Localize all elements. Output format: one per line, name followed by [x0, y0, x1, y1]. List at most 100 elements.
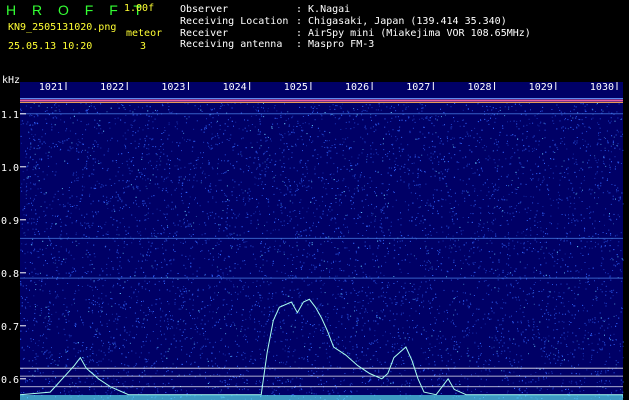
- noise-speck: [397, 388, 399, 390]
- noise-speck: [600, 185, 602, 187]
- noise-speck: [163, 333, 165, 335]
- noise-speck: [273, 176, 275, 178]
- noise-speck: [563, 137, 565, 139]
- noise-speck: [488, 211, 490, 213]
- noise-speck: [36, 221, 38, 222]
- noise-speck: [285, 381, 287, 383]
- noise-speck: [352, 281, 354, 283]
- noise-speck: [380, 109, 382, 111]
- noise-speck: [339, 200, 340, 202]
- noise-speck: [349, 353, 351, 355]
- noise-speck: [249, 190, 251, 192]
- noise-speck: [188, 211, 190, 213]
- noise-speck: [293, 167, 295, 169]
- noise-speck: [68, 320, 70, 322]
- noise-speck: [210, 296, 211, 298]
- noise-speck: [546, 389, 548, 390]
- noise-speck: [355, 331, 357, 333]
- noise-speck: [181, 150, 182, 152]
- noise-speck: [293, 351, 295, 352]
- noise-speck: [518, 361, 520, 363]
- noise-speck: [603, 162, 604, 164]
- noise-speck: [589, 247, 591, 249]
- noise-speck: [90, 105, 92, 107]
- noise-speck: [320, 287, 322, 289]
- noise-speck: [222, 353, 224, 355]
- noise-speck: [529, 177, 531, 179]
- noise-speck: [506, 263, 508, 265]
- noise-speck: [490, 114, 492, 116]
- noise-speck: [440, 337, 442, 339]
- noise-speck: [105, 295, 107, 297]
- plot-background: [20, 82, 623, 400]
- noise-speck: [84, 272, 86, 273]
- noise-speck: [240, 153, 242, 155]
- noise-speck: [351, 383, 353, 385]
- noise-speck: [31, 271, 33, 273]
- noise-speck: [332, 104, 334, 106]
- noise-speck: [166, 326, 167, 328]
- noise-speck: [155, 235, 157, 237]
- noise-speck: [314, 331, 315, 333]
- noise-speck: [564, 213, 566, 215]
- noise-speck: [255, 301, 257, 303]
- noise-speck: [156, 110, 158, 112]
- noise-speck: [596, 299, 598, 301]
- noise-speck: [37, 145, 39, 147]
- noise-speck: [429, 349, 431, 351]
- noise-speck: [194, 388, 196, 390]
- noise-speck: [249, 297, 251, 299]
- noise-speck: [597, 142, 599, 144]
- noise-speck: [257, 103, 259, 105]
- noise-speck: [534, 220, 536, 222]
- noise-speck: [85, 253, 87, 255]
- noise-speck: [244, 260, 246, 262]
- noise-speck: [191, 371, 193, 373]
- noise-speck: [118, 372, 120, 374]
- noise-speck: [543, 235, 545, 237]
- noise-speck: [432, 168, 434, 170]
- noise-speck: [266, 248, 268, 250]
- noise-speck: [199, 373, 201, 375]
- noise-speck: [280, 207, 282, 208]
- noise-speck: [380, 240, 382, 242]
- noise-speck: [128, 226, 130, 228]
- noise-speck: [507, 272, 509, 274]
- noise-speck: [186, 276, 188, 278]
- noise-speck: [421, 117, 423, 119]
- noise-speck: [348, 354, 350, 356]
- noise-speck: [322, 186, 324, 188]
- noise-speck: [416, 326, 417, 328]
- noise-speck: [600, 143, 602, 145]
- noise-speck: [530, 227, 531, 229]
- noise-speck: [245, 158, 247, 159]
- noise-speck: [617, 143, 619, 145]
- noise-speck: [20, 110, 22, 111]
- noise-speck: [259, 147, 261, 149]
- noise-speck: [581, 384, 583, 385]
- noise-speck: [526, 264, 528, 266]
- noise-speck: [255, 338, 257, 340]
- noise-speck: [591, 359, 593, 360]
- noise-speck: [467, 108, 469, 110]
- noise-speck: [418, 288, 420, 290]
- noise-speck: [597, 287, 598, 289]
- noise-speck: [466, 299, 468, 301]
- noise-speck: [441, 256, 443, 258]
- noise-speck: [597, 372, 599, 374]
- noise-speck: [468, 365, 470, 367]
- noise-speck: [354, 306, 356, 308]
- noise-speck: [291, 259, 293, 261]
- noise-speck: [275, 174, 277, 176]
- noise-speck: [461, 120, 463, 121]
- noise-speck: [535, 372, 537, 373]
- noise-speck: [617, 245, 619, 247]
- noise-speck: [145, 185, 147, 187]
- noise-speck: [299, 210, 301, 212]
- noise-speck: [231, 355, 233, 357]
- noise-speck: [474, 262, 476, 263]
- noise-speck: [473, 205, 475, 207]
- noise-speck: [245, 336, 247, 338]
- noise-speck: [377, 154, 379, 156]
- noise-speck: [248, 200, 250, 202]
